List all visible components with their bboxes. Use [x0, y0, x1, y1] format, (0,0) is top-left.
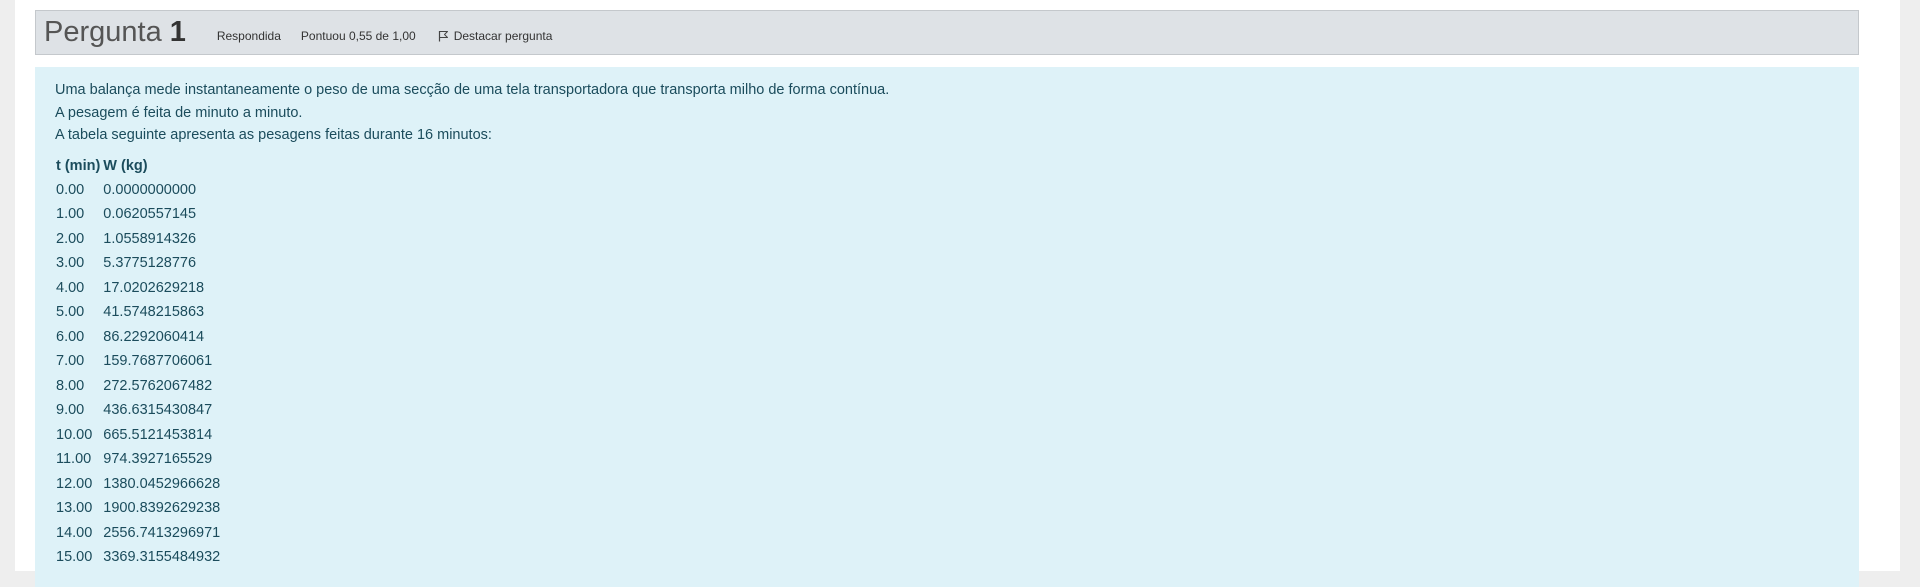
- time-cell: 7.00: [56, 353, 85, 370]
- weight-cell: 86.2292060414: [103, 328, 205, 345]
- time-cell: 0.00: [56, 181, 85, 198]
- time-cell: 6.00: [56, 328, 85, 345]
- flag-question-label: Destacar pergunta: [453, 28, 553, 43]
- table-header-cell: t (min): [56, 158, 101, 174]
- question-text: Uma balança mede instantaneamente o peso…: [55, 79, 1839, 147]
- flag-icon: [438, 30, 448, 41]
- weight-cell: 1.0558914326: [103, 230, 197, 247]
- table-row: 0.00 0.0000000000: [55, 178, 222, 203]
- time-cell: 13.00: [56, 500, 93, 517]
- question-text-box: Uma balança mede instantaneamente o peso…: [35, 67, 1859, 587]
- weight-cell: 159.7687706061: [103, 353, 213, 370]
- time-cell: 12.00: [56, 475, 93, 492]
- question-paragraph: A pesagem é feita de minuto a minuto.: [55, 104, 303, 121]
- time-cell: 4.00: [56, 279, 85, 296]
- table-row: 1.00 0.0620557145: [55, 202, 222, 227]
- table-row: 10.00 665.5121453814: [55, 423, 222, 448]
- table-row: 2.00 1.0558914326: [55, 227, 222, 252]
- table-row: 7.00 159.7687706061: [55, 349, 222, 374]
- table-row: 12.00 1380.0452966628: [55, 472, 222, 497]
- flag-question-button[interactable]: Destacar pergunta: [438, 28, 553, 43]
- question-title: Pergunta 1: [44, 18, 186, 47]
- question-paragraph: A tabela seguinte apresenta as pesagens …: [55, 127, 492, 143]
- time-cell: 8.00: [56, 377, 85, 394]
- table-row: 14.00 2556.7413296971: [55, 521, 222, 546]
- table-row: 15.00 3369.3155484932: [55, 545, 222, 570]
- time-cell: 2.00: [56, 230, 85, 247]
- time-cell: 9.00: [56, 402, 85, 419]
- weight-cell: 0.0620557145: [103, 206, 197, 223]
- weight-cell: 3369.3155484932: [103, 549, 221, 566]
- table-row: 11.00 974.3927165529: [55, 447, 222, 472]
- question-number: 1: [169, 16, 186, 48]
- weight-cell: 17.0202629218: [103, 279, 205, 296]
- question-info-bar: Pergunta 1 Respondida Pontuou 0,55 de 1,…: [35, 10, 1859, 55]
- weight-cell: 0.0000000000: [103, 181, 197, 198]
- weight-cell: 1900.8392629238: [103, 500, 221, 517]
- weight-cell: 1380.0452966628: [103, 475, 221, 492]
- table-row: 3.00 5.3775128776: [55, 251, 222, 276]
- weight-cell: 272.5762067482: [103, 377, 213, 394]
- question-grade: Pontuou 0,55 de 1,00: [300, 28, 416, 43]
- question-paragraph: Uma balança mede instantaneamente o peso…: [55, 82, 890, 98]
- table-row: 9.00 436.6315430847: [55, 398, 222, 423]
- time-cell: 11.00: [56, 451, 92, 468]
- table-row: 4.00 17.0202629218: [55, 276, 222, 301]
- weight-cell: 5.3775128776: [103, 255, 197, 272]
- time-cell: 10.00: [56, 426, 93, 443]
- time-cell: 3.00: [56, 255, 85, 272]
- weight-cell: 436.6315430847: [103, 402, 213, 419]
- time-cell: 5.00: [56, 304, 85, 321]
- table-row: 6.00 86.2292060414: [55, 325, 222, 350]
- weight-cell: 2556.7413296971: [103, 524, 221, 541]
- page: Pergunta 1 Respondida Pontuou 0,55 de 1,…: [15, 0, 1900, 587]
- data-table: t (min) W (kg) 0.00 0.0000000000 1.00 0.0620…: [55, 155, 222, 570]
- time-cell: 15.00: [56, 549, 93, 566]
- weight-cell: 974.3927165529: [103, 451, 213, 468]
- weight-cell: 665.5121453814: [103, 426, 213, 443]
- table-row: 5.00 41.5748215863: [55, 300, 222, 325]
- table-header-cell: W (kg): [103, 158, 148, 174]
- weight-cell: 41.5748215863: [103, 304, 205, 321]
- table-row: 13.00 1900.8392629238: [55, 496, 222, 521]
- question-state: Respondida: [216, 28, 281, 43]
- time-cell: 1.00: [56, 206, 85, 223]
- table-body: 0.00 0.0000000000 1.00 0.0620557145 2.00 1.05…: [55, 178, 222, 570]
- table-header-row: t (min) W (kg): [55, 155, 222, 178]
- table-row: 8.00 272.5762067482: [55, 374, 222, 399]
- question-label: Pergunta: [44, 16, 162, 48]
- time-cell: 14.00: [56, 524, 93, 541]
